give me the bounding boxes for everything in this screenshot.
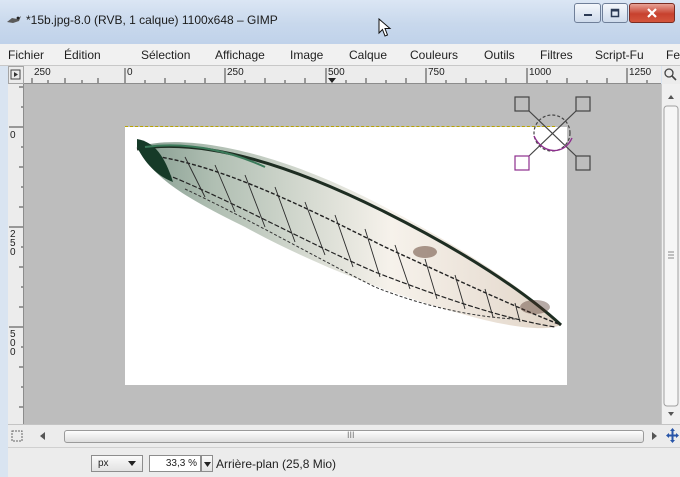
chevron-down-icon: [204, 462, 211, 467]
menu-fichier[interactable]: Fichier: [8, 48, 44, 62]
zoom-magnifier-icon: [664, 68, 677, 81]
hruler-label-1250: 1250: [629, 67, 652, 78]
menu-affichage[interactable]: Affichage: [215, 48, 265, 62]
vertical-scrollbar[interactable]: [661, 84, 680, 424]
maximize-button[interactable]: [602, 3, 628, 23]
title-bar: *15b.jpg-8.0 (RVB, 1 calque) 1100x648 – …: [0, 0, 680, 44]
vertical-ruler[interactable]: 0 250 500: [8, 84, 24, 424]
layer-status: Arrière-plan (25,8 Mio): [216, 457, 337, 471]
vruler-label-500: 500: [10, 329, 16, 358]
menu-selection[interactable]: Sélection: [141, 48, 190, 62]
unit-selector[interactable]: px: [91, 455, 143, 472]
hruler-label-0: 0: [127, 67, 133, 78]
hruler-label-neg250: 250: [34, 67, 51, 78]
mouse-cursor-icon: [378, 18, 392, 37]
menu-couleurs[interactable]: Couleurs: [410, 48, 458, 62]
minimize-icon: [583, 14, 592, 16]
vscroll-graphics: [663, 95, 679, 416]
menu-fenetres[interactable]: Fe: [666, 48, 680, 62]
gimp-window: *15b.jpg-8.0 (RVB, 1 calque) 1100x648 – …: [0, 0, 680, 477]
navigate-move-icon[interactable]: [665, 427, 680, 444]
rotate-transform-handles-icon[interactable]: [512, 94, 594, 178]
scroll-right-arrow-icon[interactable]: [649, 431, 659, 441]
menu-edition[interactable]: Édition: [64, 48, 101, 62]
unit-value: px: [98, 458, 109, 469]
scroll-left-arrow-icon[interactable]: [38, 431, 48, 441]
chevron-down-icon: [128, 461, 136, 466]
status-bar: px 33,3 % Arrière-plan (25,8 Mio): [8, 447, 680, 477]
maximize-icon: [610, 8, 620, 18]
hscroll-grip: III: [347, 430, 355, 440]
ruler-corner-button[interactable]: [8, 66, 24, 84]
image-canvas[interactable]: [24, 84, 661, 424]
hscroll-thumb[interactable]: III: [64, 430, 644, 443]
cicada-wing-image: [136, 139, 563, 329]
hruler-label-1000: 1000: [529, 67, 552, 78]
horizontal-ruler[interactable]: 250 0 250 500 750 1000 1250: [24, 66, 661, 84]
minimize-button[interactable]: [574, 3, 601, 23]
hruler-label-750: 750: [428, 67, 445, 78]
menu-calque[interactable]: Calque: [349, 48, 387, 62]
image-layer[interactable]: [125, 127, 567, 385]
menu-filtres[interactable]: Filtres: [540, 48, 573, 62]
menu-bar: Fichier Édition Sélection Affichage Imag…: [0, 44, 680, 66]
menu-outils[interactable]: Outils: [484, 48, 515, 62]
hruler-label-250: 250: [227, 67, 244, 78]
vruler-label-250: 250: [10, 229, 16, 258]
hruler-label-500: 500: [328, 67, 345, 78]
navigation-button[interactable]: [662, 66, 680, 84]
zoom-dropdown-button[interactable]: [201, 455, 213, 472]
quick-mask-toggle-icon[interactable]: [10, 429, 24, 443]
menu-script-fu[interactable]: Script-Fu: [595, 48, 644, 62]
window-title: *15b.jpg-8.0 (RVB, 1 calque) 1100x648 – …: [26, 13, 278, 27]
close-icon: [647, 8, 657, 18]
vruler-label-0: 0: [10, 130, 16, 141]
horizontal-scrollbar[interactable]: III: [8, 424, 680, 447]
gimp-wilber-icon: [7, 16, 21, 23]
zoom-input[interactable]: 33,3 %: [149, 455, 201, 472]
close-button[interactable]: [629, 3, 675, 23]
quick-mask-arrow-icon: [10, 69, 21, 80]
layer-boundary: [125, 126, 555, 127]
menu-image[interactable]: Image: [290, 48, 323, 62]
